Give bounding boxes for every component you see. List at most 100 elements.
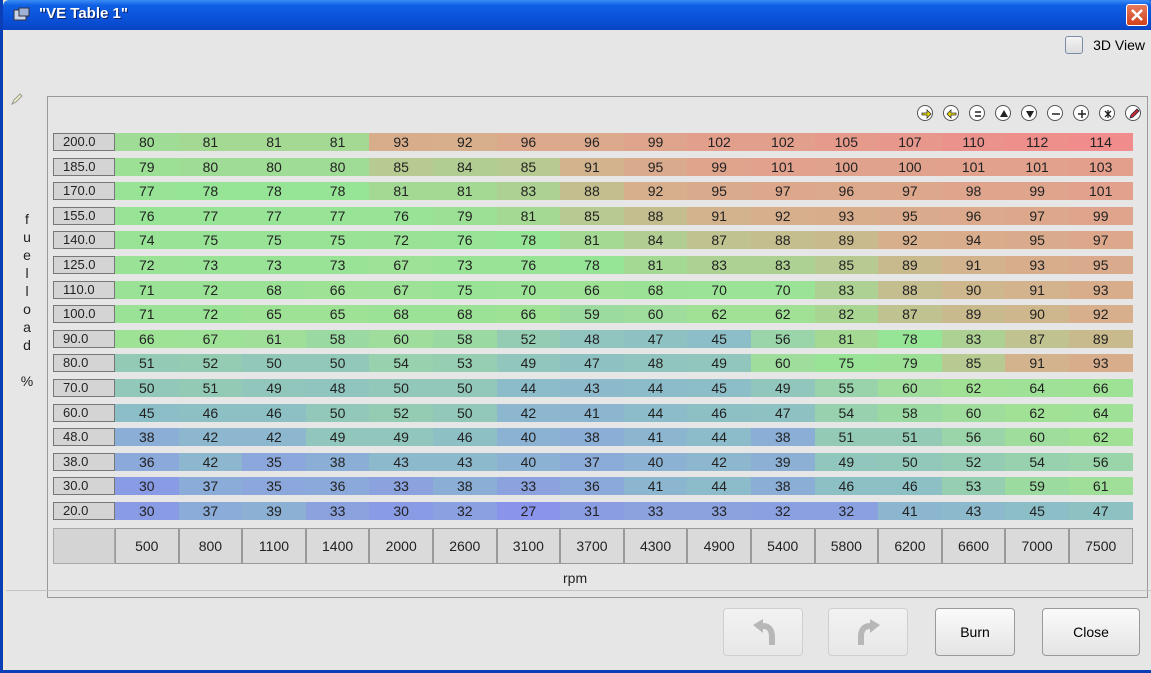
table-cell[interactable]: 68 — [369, 305, 433, 324]
table-cell[interactable]: 58 — [305, 329, 370, 348]
table-cell[interactable]: 42 — [178, 428, 243, 447]
table-cell[interactable]: 46 — [178, 403, 243, 422]
table-cell[interactable]: 91 — [1005, 280, 1069, 299]
y-axis-value[interactable]: 30.0 — [53, 477, 115, 496]
view3d-checkbox[interactable] — [1065, 36, 1084, 54]
table-cell[interactable]: 49 — [496, 354, 561, 373]
table-cell[interactable]: 100 — [878, 157, 942, 176]
table-cell[interactable]: 91 — [1005, 354, 1069, 373]
x-axis-value[interactable]: 4300 — [623, 528, 688, 564]
table-cell[interactable]: 62 — [941, 379, 1006, 397]
table-cell[interactable]: 55 — [814, 379, 879, 397]
y-axis-value[interactable]: 170.0 — [53, 182, 115, 201]
table-cell[interactable]: 71 — [115, 305, 179, 324]
table-cell[interactable]: 67 — [369, 256, 433, 274]
close-button[interactable]: Close — [1042, 608, 1140, 656]
table-cell[interactable]: 99 — [1068, 206, 1133, 225]
y-axis-value[interactable]: 155.0 — [53, 206, 115, 225]
y-axis-value[interactable]: 70.0 — [53, 379, 115, 397]
table-cell[interactable]: 48 — [623, 354, 688, 373]
table-cell[interactable]: 81 — [623, 256, 688, 274]
multiply-icon[interactable] — [1099, 105, 1115, 121]
table-cell[interactable]: 87 — [878, 305, 942, 324]
pencil-icon[interactable] — [1125, 105, 1141, 121]
table-cell[interactable]: 54 — [1005, 452, 1069, 471]
y-axis-value[interactable]: 60.0 — [53, 403, 115, 422]
view3d-toggle[interactable]: 3D View — [1065, 34, 1145, 56]
table-cell[interactable]: 73 — [242, 256, 306, 274]
table-cell[interactable]: 40 — [496, 452, 561, 471]
table-cell[interactable]: 39 — [242, 502, 306, 520]
table-cell[interactable]: 81 — [432, 182, 497, 201]
table-cell[interactable]: 91 — [941, 256, 1006, 274]
table-cell[interactable]: 48 — [560, 329, 624, 348]
table-cell[interactable]: 105 — [814, 133, 879, 151]
table-cell[interactable]: 88 — [878, 280, 942, 299]
table-cell[interactable]: 64 — [1005, 379, 1069, 397]
table-cell[interactable]: 96 — [560, 133, 624, 151]
table-cell[interactable]: 81 — [369, 182, 433, 201]
table-cell[interactable]: 32 — [814, 502, 879, 520]
table-cell[interactable]: 54 — [369, 354, 433, 373]
table-cell[interactable]: 71 — [115, 280, 179, 299]
y-axis-value[interactable]: 20.0 — [53, 502, 115, 520]
table-cell[interactable]: 62 — [1005, 403, 1069, 422]
table-cell[interactable]: 80 — [242, 157, 306, 176]
table-cell[interactable]: 85 — [369, 157, 433, 176]
table-cell[interactable]: 96 — [496, 133, 561, 151]
table-cell[interactable]: 62 — [1068, 428, 1133, 447]
table-cell[interactable]: 81 — [560, 231, 624, 250]
table-cell[interactable]: 42 — [496, 403, 561, 422]
table-cell[interactable]: 84 — [623, 231, 688, 250]
table-cell[interactable]: 44 — [623, 403, 688, 422]
table-cell[interactable]: 40 — [496, 428, 561, 447]
table-cell[interactable]: 43 — [560, 379, 624, 397]
table-cell[interactable]: 74 — [115, 231, 179, 250]
table-cell[interactable]: 37 — [560, 452, 624, 471]
table-cell[interactable]: 99 — [623, 133, 688, 151]
table-cell[interactable]: 96 — [941, 206, 1006, 225]
table-cell[interactable]: 75 — [242, 231, 306, 250]
table-cell[interactable]: 90 — [1005, 305, 1069, 324]
table-cell[interactable]: 52 — [496, 329, 561, 348]
minus-icon[interactable] — [1047, 105, 1063, 121]
table-cell[interactable]: 93 — [1005, 256, 1069, 274]
table-cell[interactable]: 50 — [432, 403, 497, 422]
table-cell[interactable]: 78 — [878, 329, 942, 348]
redo-button[interactable] — [828, 608, 908, 656]
table-cell[interactable]: 53 — [432, 354, 497, 373]
table-cell[interactable]: 42 — [687, 452, 751, 471]
y-axis-value[interactable]: 48.0 — [53, 428, 115, 447]
table-cell[interactable]: 102 — [750, 133, 815, 151]
table-cell[interactable]: 33 — [305, 502, 370, 520]
table-cell[interactable]: 78 — [178, 182, 243, 201]
x-axis-value[interactable]: 5400 — [750, 528, 815, 564]
table-cell[interactable]: 85 — [560, 206, 624, 225]
table-cell[interactable]: 75 — [814, 354, 879, 373]
y-axis-value[interactable]: 110.0 — [53, 280, 115, 299]
table-cell[interactable]: 47 — [750, 403, 815, 422]
table-cell[interactable]: 97 — [1005, 206, 1069, 225]
table-cell[interactable]: 114 — [1068, 133, 1133, 151]
x-axis-value[interactable]: 7000 — [1005, 528, 1069, 564]
x-axis-value[interactable]: 800 — [178, 528, 243, 564]
table-cell[interactable]: 46 — [432, 428, 497, 447]
table-cell[interactable]: 54 — [814, 403, 879, 422]
table-cell[interactable]: 50 — [115, 379, 179, 397]
table-cell[interactable]: 93 — [814, 206, 879, 225]
table-cell[interactable]: 56 — [1068, 452, 1133, 471]
table-cell[interactable]: 70 — [687, 280, 751, 299]
table-cell[interactable]: 76 — [432, 231, 497, 250]
table-cell[interactable]: 72 — [369, 231, 433, 250]
table-cell[interactable]: 52 — [369, 403, 433, 422]
table-cell[interactable]: 44 — [496, 379, 561, 397]
table-cell[interactable]: 68 — [432, 305, 497, 324]
table-cell[interactable]: 93 — [1068, 354, 1133, 373]
table-cell[interactable]: 48 — [305, 379, 370, 397]
table-cell[interactable]: 79 — [432, 206, 497, 225]
table-cell[interactable]: 52 — [178, 354, 243, 373]
table-cell[interactable]: 60 — [1005, 428, 1069, 447]
table-cell[interactable]: 42 — [178, 452, 243, 471]
table-cell[interactable]: 81 — [305, 133, 370, 151]
table-cell[interactable]: 101 — [750, 157, 815, 176]
